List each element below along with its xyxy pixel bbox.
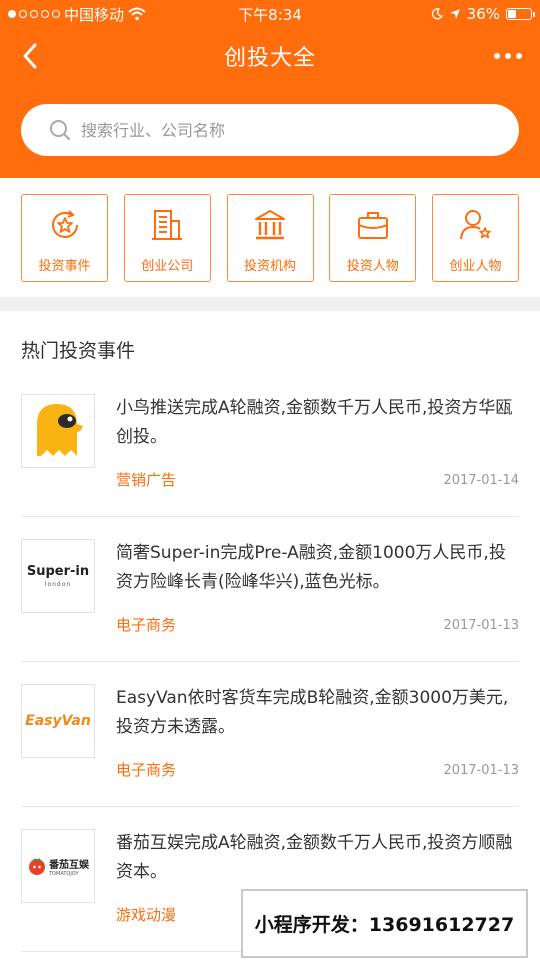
event-date: 2017-01-13 — [443, 763, 519, 778]
event-text: 简奢Super-in完成Pre-A融资,金额1000万人民币,投资方险峰长青(险… — [116, 543, 506, 592]
location-arrow-icon — [449, 9, 460, 19]
battery-icon — [506, 8, 535, 20]
navbar: 创投大全 — [0, 28, 540, 84]
more-dot — [516, 53, 522, 59]
section-divider — [0, 297, 540, 311]
person-star-icon — [459, 210, 491, 240]
search-bar[interactable] — [21, 104, 519, 156]
search-input[interactable] — [81, 120, 481, 140]
logo-wordmark: Super-in — [26, 564, 90, 579]
list-item[interactable]: EasyVan EasyVan依时客货车完成B轮融资,金额3000万美元,投资方… — [21, 662, 519, 807]
superin-logo: Super-in london — [21, 539, 95, 613]
list-item[interactable]: Super-in london 简奢Super-in完成Pre-A融资,金额10… — [21, 517, 519, 662]
industry-tag[interactable]: 营销广告 — [116, 469, 176, 490]
logo-wordmark: EasyVan — [25, 713, 91, 729]
event-list: 小鸟推送完成A轮融资,金额数千万人民币,投资方华瓯创投。 营销广告 2017-0… — [21, 372, 519, 952]
bird-logo — [21, 394, 95, 468]
category-label: 创业公司 — [141, 259, 194, 274]
chevron-left-icon — [23, 43, 37, 69]
page-title: 创投大全 — [223, 46, 316, 71]
company-building-icon — [152, 210, 183, 240]
industry-tag[interactable]: 游戏动漫 — [116, 904, 176, 925]
category-label: 投资机构 — [243, 259, 296, 274]
category-institutions[interactable]: 投资机构 — [226, 194, 314, 282]
more-button[interactable] — [494, 40, 522, 72]
event-date: 2017-01-13 — [443, 618, 519, 633]
header-area: 中国移动 下午8:34 36% 创投大全 — [0, 0, 540, 178]
category-investment-events[interactable]: 投资事件 — [21, 194, 108, 282]
industry-tag[interactable]: 电子商务 — [116, 759, 176, 780]
search-icon — [50, 120, 71, 141]
more-dot — [494, 53, 500, 59]
tomato-icon — [29, 858, 45, 875]
event-date: 2017-01-14 — [443, 473, 519, 488]
institution-icon — [255, 210, 285, 240]
logo-subtext: london — [44, 581, 72, 588]
category-label: 投资事件 — [38, 259, 91, 274]
signal-icon — [8, 10, 60, 18]
category-label: 投资人物 — [346, 259, 399, 274]
category-founders[interactable]: 创业人物 — [432, 194, 519, 282]
moon-icon — [431, 8, 443, 20]
category-grid: 投资事件 创业公司 投资机构 投资人物 创业人物 — [21, 194, 519, 282]
category-investors[interactable]: 投资人物 — [329, 194, 417, 282]
status-bar: 中国移动 下午8:34 36% — [0, 0, 540, 28]
section-title: 热门投资事件 — [21, 340, 136, 362]
logo-wordmark: 番茄互娱 — [49, 859, 89, 871]
event-text: 番茄互娱完成A轮融资,金额数千万人民币,投资方顺融资本。 — [116, 833, 513, 882]
star-refresh-icon — [51, 210, 78, 238]
easyvan-logo: EasyVan — [21, 684, 95, 758]
tomato-logo: 番茄互娱 TOMATOJOY — [21, 829, 95, 903]
list-item[interactable]: 小鸟推送完成A轮融资,金额数千万人民币,投资方华瓯创投。 营销广告 2017-0… — [21, 372, 519, 517]
battery-percent: 36% — [466, 5, 500, 23]
industry-tag[interactable]: 电子商务 — [116, 614, 176, 635]
more-dot — [505, 53, 511, 59]
event-text: EasyVan依时客货车完成B轮融资,金额3000万美元,投资方未透露。 — [116, 688, 509, 737]
carrier-label: 中国移动 — [64, 5, 125, 24]
logo-subtext: TOMATOJOY — [49, 870, 79, 877]
wifi-icon — [128, 7, 146, 21]
back-button[interactable] — [14, 40, 46, 72]
category-startups[interactable]: 创业公司 — [123, 194, 211, 282]
watermark-banner: 小程序开发：13691612727 — [241, 889, 528, 958]
briefcase-icon — [357, 212, 388, 239]
event-text: 小鸟推送完成A轮融资,金额数千万人民币,投资方华瓯创投。 — [116, 398, 513, 447]
category-label: 创业人物 — [449, 259, 502, 274]
